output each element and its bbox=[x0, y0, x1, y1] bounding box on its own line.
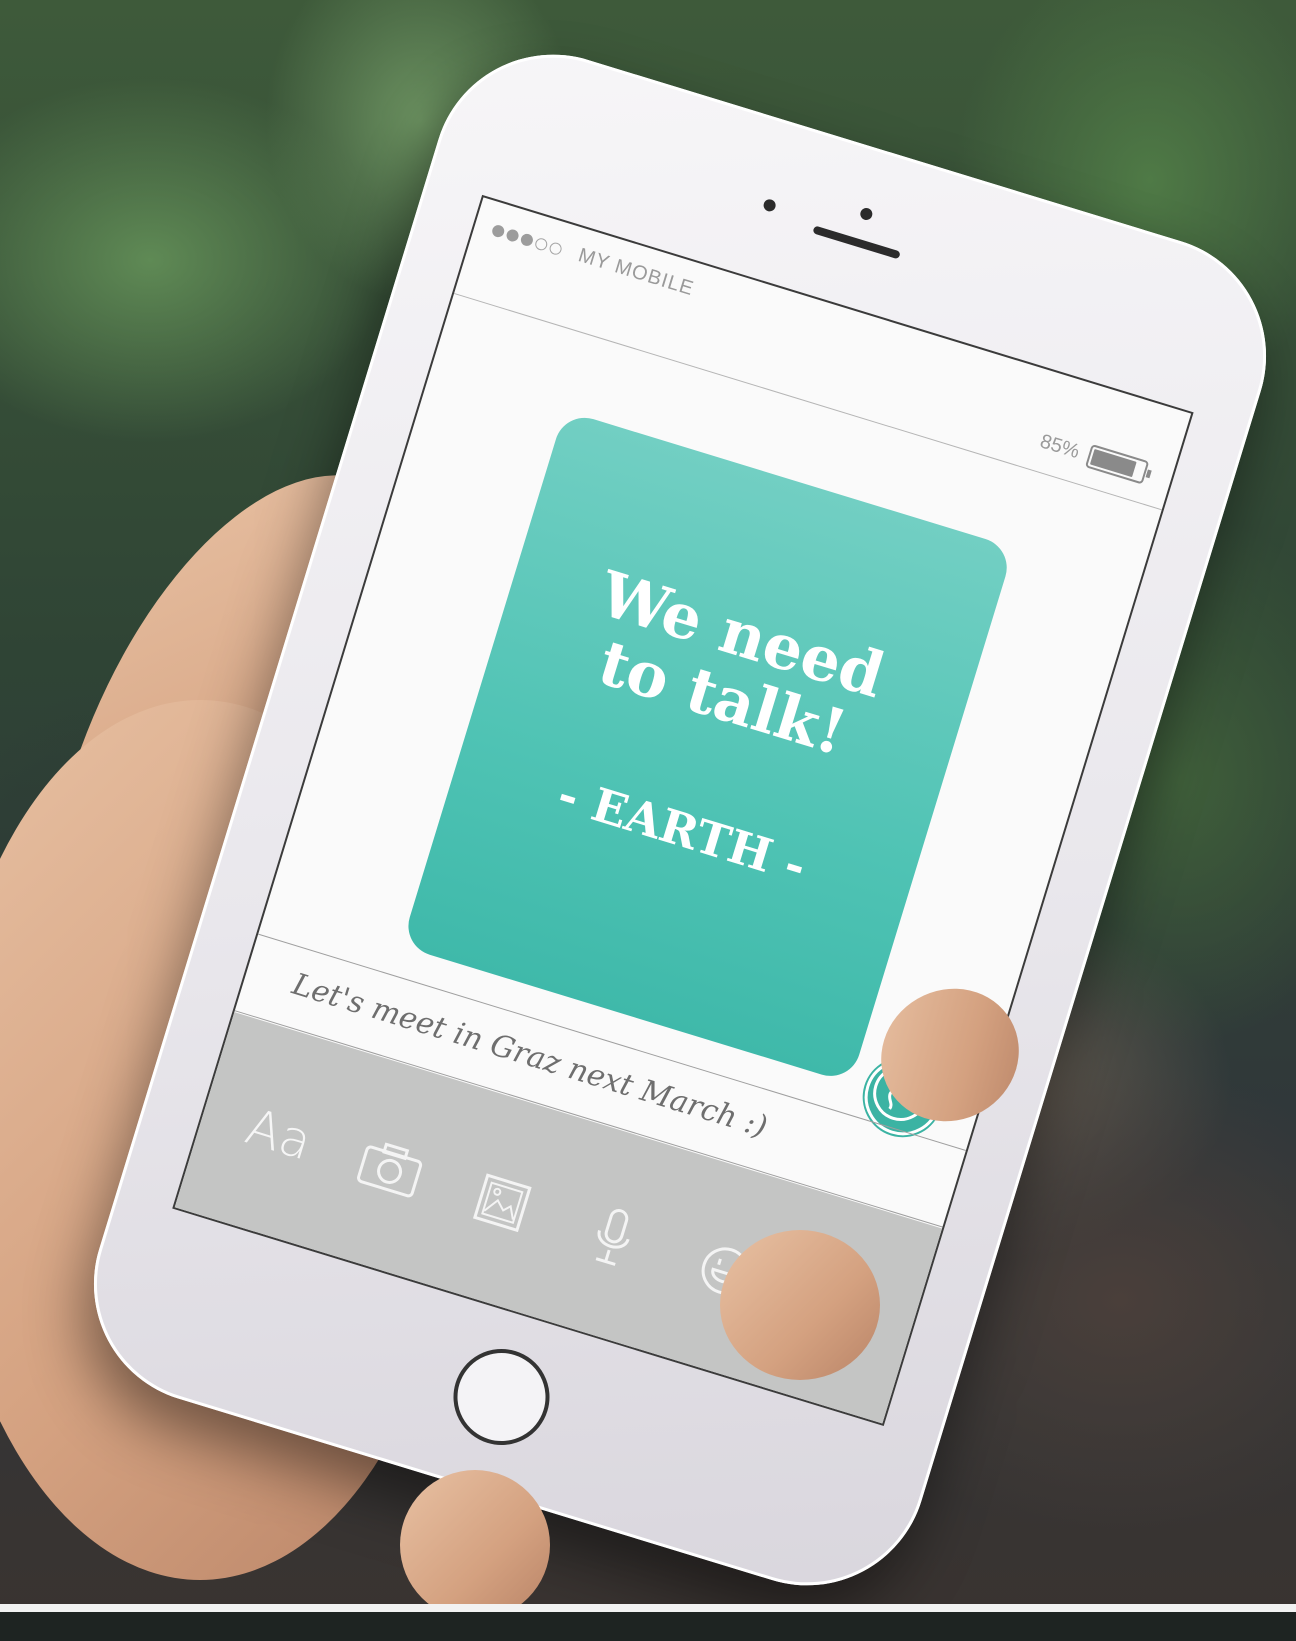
battery-indicator: 85% bbox=[1037, 429, 1152, 485]
text-format-button[interactable]: Aa bbox=[229, 1085, 329, 1185]
battery-icon bbox=[1084, 444, 1152, 485]
battery-terminal bbox=[1145, 469, 1152, 479]
battery-percent: 85% bbox=[1037, 429, 1083, 463]
image-icon-graphic bbox=[472, 1173, 532, 1233]
earpiece-speaker bbox=[812, 225, 901, 260]
hand-middle-finger bbox=[720, 1230, 880, 1380]
signal-strength-icon bbox=[490, 223, 564, 257]
signal-dot bbox=[548, 241, 564, 257]
front-camera bbox=[762, 197, 778, 213]
signal-dot bbox=[533, 236, 549, 252]
card-headline: We need to talk! bbox=[488, 535, 976, 799]
bottom-band bbox=[0, 1612, 1296, 1641]
camera-icon[interactable] bbox=[340, 1119, 440, 1219]
microphone-icon-graphic bbox=[595, 1209, 630, 1267]
image-icon[interactable] bbox=[452, 1153, 552, 1253]
message-card[interactable]: We need to talk! - EARTH - bbox=[400, 410, 1015, 1084]
proximity-sensor bbox=[858, 206, 874, 222]
signal-dot bbox=[490, 223, 506, 239]
microphone-icon[interactable] bbox=[564, 1187, 664, 1287]
hand-ring-finger bbox=[400, 1470, 550, 1620]
camera-icon-graphic bbox=[356, 1142, 423, 1198]
battery-fill bbox=[1089, 449, 1137, 478]
carrier-name: MY MOBILE bbox=[575, 244, 697, 301]
signal-dot bbox=[505, 228, 521, 244]
home-button[interactable] bbox=[441, 1337, 562, 1457]
signal-dot bbox=[519, 232, 535, 248]
bottom-divider-line bbox=[0, 1604, 1296, 1612]
